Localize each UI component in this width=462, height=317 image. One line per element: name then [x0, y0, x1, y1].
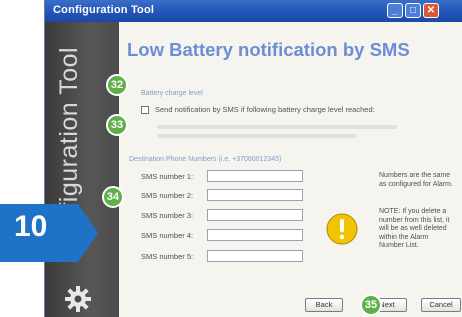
cancel-button[interactable]: Cancel: [421, 298, 461, 312]
callout-badge-32: 32: [106, 74, 128, 96]
step-number: 10: [14, 210, 48, 243]
send-notification-checkbox[interactable]: [141, 106, 149, 114]
gear-icon: [65, 286, 91, 312]
close-button[interactable]: ✕: [423, 3, 439, 18]
window-title: Configuration Tool: [53, 4, 155, 16]
callout-badge-34: 34: [102, 186, 124, 208]
back-button[interactable]: Back: [305, 298, 343, 312]
sms-number-4-label: SMS number 4:: [141, 231, 194, 240]
sms-number-3-input[interactable]: [207, 209, 303, 221]
disabled-option-row: [157, 125, 397, 129]
sms-number-4-input[interactable]: [207, 229, 303, 241]
destination-section-label: Destination Phone Numbers (i.e. +3706001…: [129, 156, 282, 163]
sms-number-2-label: SMS number 2:: [141, 191, 194, 200]
title-bar[interactable]: Configuration Tool _ □ ✕: [45, 0, 462, 22]
sidebar: Configuration Tool: [45, 22, 119, 317]
disabled-option-row: [157, 134, 357, 138]
maximize-button[interactable]: □: [405, 3, 421, 18]
configuration-window: Configuration Tool _ □ ✕ Configuration T…: [44, 0, 462, 317]
sms-number-2-input[interactable]: [207, 189, 303, 201]
callout-badge-35: 35: [360, 294, 382, 316]
alarm-numbers-note: Numbers are the same as configured for A…: [379, 172, 453, 188]
sms-number-3-label: SMS number 3:: [141, 211, 194, 220]
send-notification-label: Send notification by SMS if following ba…: [155, 105, 375, 114]
content-panel: Low Battery notification by SMS Battery …: [119, 22, 462, 317]
delete-warning-note: NOTE: If you delete a number from this l…: [379, 208, 450, 249]
sms-number-5-input[interactable]: [207, 250, 303, 262]
warning-icon: [326, 213, 358, 245]
sms-number-5-label: SMS number 5:: [141, 252, 194, 261]
sms-number-1-input[interactable]: [207, 170, 303, 182]
callout-badge-33: 33: [106, 114, 128, 136]
sms-number-1-label: SMS number 1:: [141, 172, 194, 181]
battery-section-label: Battery charge level: [141, 90, 203, 97]
minimize-button[interactable]: _: [387, 3, 403, 18]
page-title: Low Battery notification by SMS: [127, 39, 410, 60]
